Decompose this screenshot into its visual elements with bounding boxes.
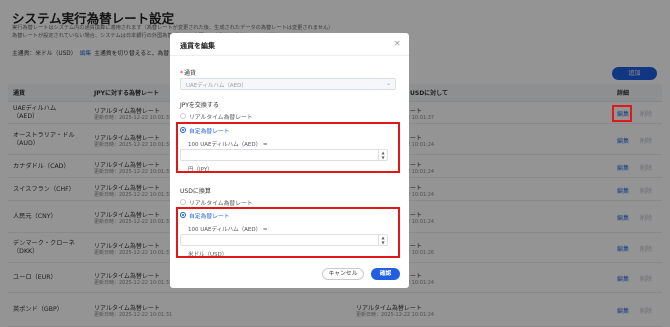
jpy-rate-prefix: 100 UAEディルハム（AED） = (188, 142, 268, 148)
jpy-radio-custom-label[interactable]: 自定為替レート (189, 126, 230, 135)
stepper-down-icon[interactable]: ▼ (379, 155, 387, 160)
usd-rate-input[interactable]: ▲ ▼ (180, 234, 388, 246)
jpy-section-label: JPYを交換する (180, 102, 219, 109)
usd-section-label: USDに換算 (180, 188, 211, 195)
close-icon[interactable]: ✕ (394, 39, 401, 48)
currency-field-label: *通貨 (180, 70, 197, 77)
usd-radio-realtime[interactable] (180, 199, 186, 205)
dialog-divider (170, 55, 409, 56)
usd-rate-stepper[interactable]: ▲ ▼ (378, 235, 387, 245)
jpy-radio-realtime[interactable] (180, 113, 186, 119)
jpy-rate-stepper[interactable]: ▲ ▼ (378, 150, 387, 160)
currency-label-text: 通貨 (184, 70, 197, 77)
usd-unit-label: 米ドル（USD） (188, 252, 228, 258)
usd-rate-prefix: 100 UAEディルハム（AED） = (188, 227, 268, 233)
usd-radio-custom[interactable] (180, 212, 186, 218)
dialog-title: 通貨を編集 (180, 42, 215, 50)
edit-currency-dialog: 通貨を編集 ✕ *通貨 UAEディルハム（AED） ⌄ JPYを交換する リアル… (170, 33, 409, 288)
stepper-down-icon[interactable]: ▼ (379, 240, 387, 245)
jpy-rate-input[interactable]: ▲ ▼ (180, 149, 388, 161)
usd-radio-custom-label[interactable]: 自定為替レート (189, 211, 230, 220)
currency-select-value: UAEディルハム（AED） (186, 83, 247, 89)
usd-radio-realtime-label[interactable]: リアルタイム為替レート (189, 198, 253, 207)
chevron-down-icon: ⌄ (385, 80, 391, 87)
confirm-button[interactable]: 確認 (371, 268, 400, 280)
highlight-edit-button (612, 105, 632, 122)
jpy-radio-realtime-label[interactable]: リアルタイム為替レート (189, 112, 253, 121)
jpy-radio-custom[interactable] (180, 127, 186, 133)
cancel-button[interactable]: キャンセル (322, 268, 364, 280)
jpy-unit-label: 円（JPY） (188, 167, 213, 173)
currency-select[interactable]: UAEディルハム（AED） ⌄ (180, 78, 396, 90)
